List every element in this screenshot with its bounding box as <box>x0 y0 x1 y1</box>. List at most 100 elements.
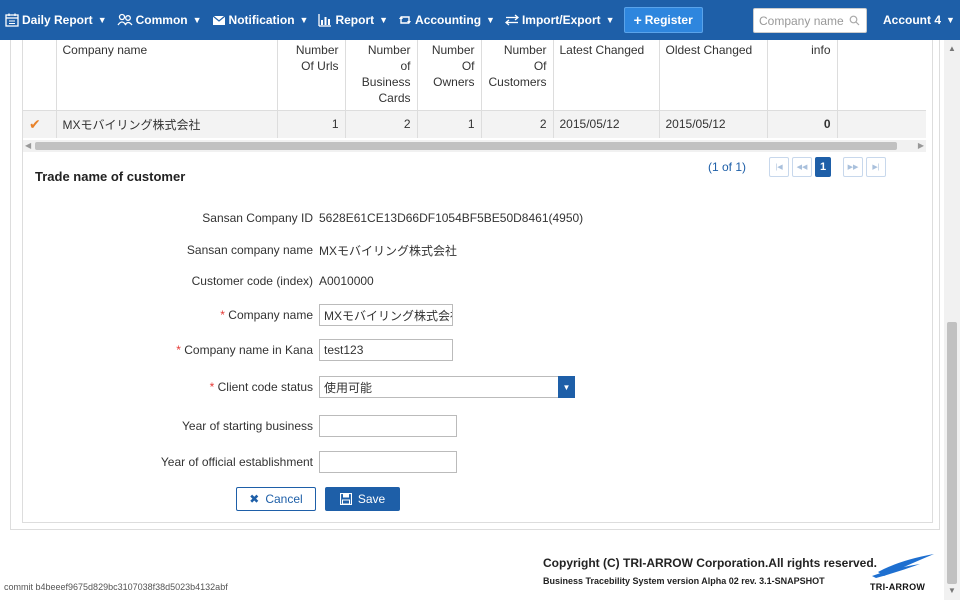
first-page-button[interactable]: |◀ <box>769 157 790 177</box>
row-client-code-status: * Client code status 使用可能 ▼ <box>23 375 926 399</box>
header-line: Business <box>361 75 411 89</box>
nav-common-label: Common <box>135 13 188 27</box>
check-icon: ✔ <box>29 115 41 132</box>
version-text: Business Tracebility System version Alph… <box>543 576 825 586</box>
row-customer-code: Customer code (index) A0010000 <box>23 269 926 293</box>
sansan-company-name-label: Sansan company name <box>186 243 313 257</box>
nav-import-export[interactable]: Import/Export ▼ <box>500 0 620 40</box>
header-line: Cards <box>378 91 411 105</box>
year-starting-business-field[interactable] <box>319 415 457 437</box>
client-code-status-select[interactable]: 使用可能 ▼ <box>319 376 575 398</box>
caret-down-icon: ▼ <box>299 15 309 25</box>
header-line: Customers <box>488 75 547 89</box>
company-name-kana-label: * Company name in Kana <box>23 343 319 357</box>
company-table: Company name Number Of Urls Number of Bu… <box>23 40 926 138</box>
account-menu[interactable]: Account 4 ▼ <box>878 0 960 40</box>
scroll-down-icon[interactable]: ▼ <box>948 586 956 595</box>
caret-down-icon: ▼ <box>486 15 495 25</box>
header-line: Of <box>533 59 547 73</box>
cell-number-of-owners: 1 <box>417 110 482 138</box>
commit-hash: commit b4beeef9675d829bc3107038f38d5023b… <box>4 582 228 592</box>
scroll-up-icon[interactable]: ▲ <box>948 44 956 53</box>
cancel-label: Cancel <box>265 492 303 506</box>
company-name-label-text: Company name <box>228 308 313 322</box>
next-page-button[interactable]: ▶▶ <box>843 157 864 177</box>
table-horizontal-scrollbar[interactable]: ◀ ▶ <box>23 140 926 152</box>
sansan-company-id-label: Sansan Company ID <box>202 211 313 225</box>
scrollbar-thumb[interactable] <box>947 322 957 584</box>
company-search-box <box>753 8 867 33</box>
nav-import-export-label: Import/Export <box>521 13 601 27</box>
nav-daily-report-label: Daily Report <box>22 13 93 27</box>
cell-number-of-customers: 2 <box>481 110 554 138</box>
envelope-icon <box>212 15 225 25</box>
header-number-of-urls[interactable]: Number Of Urls <box>277 40 346 111</box>
company-table-wrapper: Company name Number Of Urls Number of Bu… <box>23 40 926 140</box>
cell-latest-changed: 2015/05/12 <box>553 110 660 138</box>
page-1-button[interactable]: 1 <box>815 157 832 177</box>
nav-notification[interactable]: Notification ▼ <box>207 0 314 40</box>
company-detail-panel: Company name Number Of Urls Number of Bu… <box>22 40 933 523</box>
cancel-button[interactable]: ✖ Cancel <box>236 487 316 511</box>
company-search-input[interactable] <box>754 10 844 31</box>
header-number-of-owners[interactable]: Number Of Owners <box>417 40 482 111</box>
table-row[interactable]: ✔ MXモバイリング株式会社 1 2 1 2 2015/05/12 2015/0… <box>23 110 926 138</box>
prev-page-button[interactable]: ◀◀ <box>792 157 813 177</box>
client-code-status-label-text: Client code status <box>217 380 313 394</box>
caret-down-icon: ▼ <box>379 15 389 25</box>
paginator: (1 of 1) |◀ ◀◀ 1 ▶▶ ▶| <box>708 157 887 177</box>
nav-accounting[interactable]: Accounting ▼ <box>393 0 500 40</box>
header-info[interactable]: info <box>767 40 838 111</box>
cell-number-of-business-cards: 2 <box>345 110 418 138</box>
nav-common[interactable]: Common ▼ <box>112 0 207 40</box>
bar-chart-icon <box>318 14 332 27</box>
cell-company-name: MXモバイリング株式会社 <box>56 110 278 138</box>
customer-code-label: Customer code (index) <box>191 274 313 288</box>
arrow-logo-icon <box>872 554 934 578</box>
last-page-button[interactable]: ▶| <box>866 157 887 177</box>
nav-report-label: Report <box>335 13 375 27</box>
floppy-disk-icon <box>339 493 352 505</box>
company-name-kana-field[interactable]: test123 <box>319 339 453 361</box>
nav-report[interactable]: Report ▼ <box>313 0 393 40</box>
company-name-field[interactable]: MXモバイリング株式会社 <box>319 304 453 326</box>
scroll-right-icon[interactable]: ▶ <box>918 140 924 152</box>
header-line: Number <box>431 43 475 57</box>
header-number-of-customers[interactable]: Number Of Customers <box>481 40 554 111</box>
required-mark: * <box>220 308 225 322</box>
copyright-text: Copyright (C) TRI-ARROW Corporation.All … <box>543 556 878 570</box>
sansan-company-name-value: MXモバイリング株式会社 <box>319 243 458 258</box>
row-sansan-company-id: Sansan Company ID 5628E61CE13D66DF1054BF… <box>23 206 926 230</box>
page-vertical-scrollbar[interactable]: ▲ ▼ <box>944 40 960 600</box>
register-button[interactable]: + Register <box>623 7 703 33</box>
company-name-kana-label-text: Company name in Kana <box>184 343 313 357</box>
table-header-row: Company name Number Of Urls Number of Bu… <box>23 40 926 111</box>
row-checkbox[interactable]: ✔ <box>23 110 57 138</box>
header-number-of-business-cards[interactable]: Number of Business Cards <box>345 40 418 111</box>
row-year-starting-business: Year of starting business <box>23 414 926 438</box>
page-info: (1 of 1) <box>708 160 747 174</box>
section-title: Trade name of customer <box>35 169 186 184</box>
client-code-status-label: * Client code status <box>23 380 319 394</box>
nav-notification-label: Notification <box>228 13 295 27</box>
year-official-establishment-field[interactable] <box>319 451 457 473</box>
nav-daily-report[interactable]: Daily Report ▼ <box>0 0 112 40</box>
cell-extra: 0 <box>837 110 926 138</box>
account-label: Account 4 <box>883 13 942 27</box>
scrollbar-thumb[interactable] <box>35 142 897 150</box>
header-line: Number <box>503 43 547 57</box>
scroll-left-icon[interactable]: ◀ <box>25 140 31 152</box>
search-icon[interactable] <box>849 15 860 26</box>
header-latest-changed[interactable]: Latest Changed <box>553 40 660 111</box>
required-mark: * <box>176 343 181 357</box>
row-sansan-company-name: Sansan company name MXモバイリング株式会社 <box>23 238 926 262</box>
cell-number-of-urls: 1 <box>277 110 346 138</box>
caret-down-icon: ▼ <box>192 15 202 25</box>
header-oldest-changed[interactable]: Oldest Changed <box>659 40 768 111</box>
top-navbar: Daily Report ▼ Common ▼ Notification ▼ R… <box>0 0 960 40</box>
dropdown-arrow-icon[interactable]: ▼ <box>558 376 575 398</box>
save-button[interactable]: Save <box>325 487 400 511</box>
header-company-name[interactable]: Company name <box>56 40 278 111</box>
header-line: Of Urls <box>301 59 339 73</box>
logo-text: TRI-ARROW <box>870 582 926 592</box>
